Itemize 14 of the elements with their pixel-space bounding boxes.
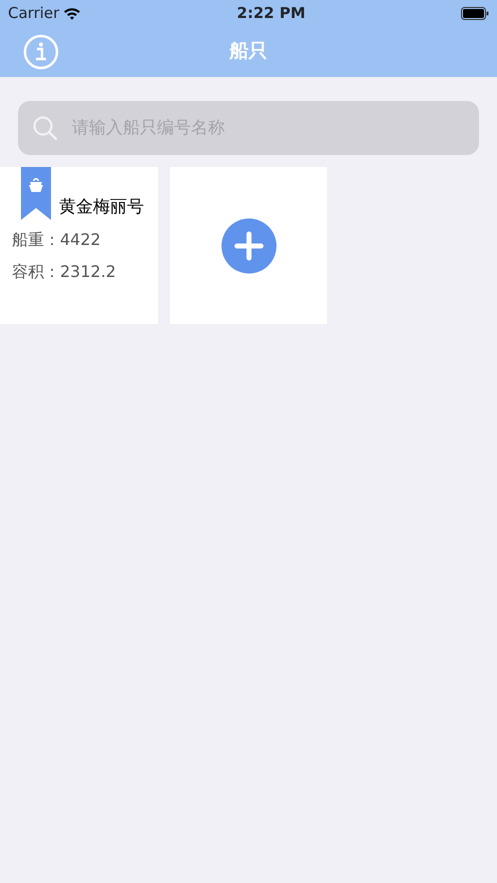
carrier-text: Carrier: [8, 2, 60, 24]
ship-name: 黄金梅丽号: [59, 196, 144, 218]
field-value: 4422: [60, 229, 101, 251]
clock-text: 2:22 PM: [236, 2, 306, 24]
battery-icon: [460, 6, 489, 20]
info-button[interactable]: [23, 34, 59, 70]
ship-bookmark-icon: [21, 167, 51, 220]
field-label: 船重：: [12, 229, 60, 251]
add-icon[interactable]: [220, 218, 276, 274]
ship-card[interactable]: 黄金梅丽号 船重：4422 容积：2312.2: [0, 167, 158, 324]
field-label: 容积：: [12, 261, 60, 283]
field-value: 2312.2: [60, 261, 116, 283]
wifi-icon: [63, 6, 82, 20]
page-title: 船只: [230, 39, 268, 64]
